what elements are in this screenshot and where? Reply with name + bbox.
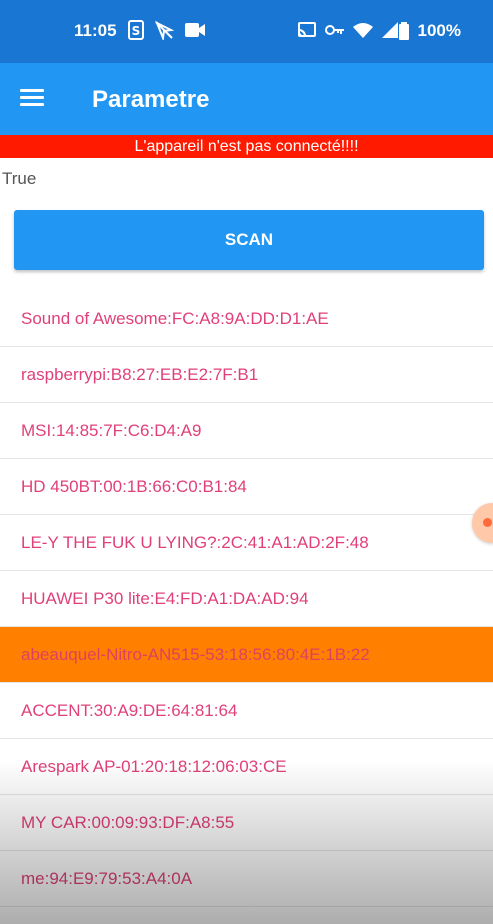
device-label: raspberrypi:B8:27:EB:E2:7F:B1 — [21, 365, 259, 384]
device-label: me:94:E9:79:53:A4:0A — [21, 869, 193, 888]
signal-icon — [381, 21, 399, 44]
app-bar: Parametre — [0, 63, 493, 135]
status-left-icons: S — [128, 20, 206, 45]
device-item[interactable]: ACCENT:30:A9:DE:64:81:64 — [0, 683, 493, 739]
device-item[interactable]: raspberrypi:B8:27:EB:E2:7F:B1 — [0, 347, 493, 403]
device-label: HUAWEI P30 lite:E4:FD:A1:DA:AD:94 — [21, 589, 309, 608]
device-label: MSI:14:85:7F:C6:D4:A9 — [21, 421, 202, 440]
device-item[interactable]: MY CAR:00:09:93:DF:A8:55 — [0, 795, 493, 851]
video-icon — [184, 21, 206, 44]
device-item[interactable]: Arespark AP-01:20:18:12:06:03:CE — [0, 739, 493, 795]
vpn-key-icon — [325, 23, 345, 42]
page-title: Parametre — [92, 86, 210, 113]
device-item[interactable]: HD 450BT:00:1B:66:C0:B1:84 — [0, 459, 493, 515]
scan-button[interactable]: SCAN — [14, 210, 484, 270]
device-label: MY CAR:00:09:93:DF:A8:55 — [21, 813, 235, 832]
device-item[interactable]: Sound of Awesome:FC:A8:9A:DD:D1:AE — [0, 291, 493, 347]
s-icon: S — [128, 20, 144, 45]
cast-icon — [297, 21, 317, 44]
device-label: Arespark AP-01:20:18:12:06:03:CE — [21, 757, 287, 776]
status-bar: 11:05 S 100% — [0, 0, 493, 63]
device-list: Sound of Awesome:FC:A8:9A:DD:D1:AE raspb… — [0, 291, 493, 907]
status-time: 11:05 — [74, 21, 117, 40]
device-label: ACCENT:30:A9:DE:64:81:64 — [21, 701, 238, 720]
status-right-icons — [297, 21, 399, 44]
device-item[interactable]: HUAWEI P30 lite:E4:FD:A1:DA:AD:94 — [0, 571, 493, 627]
device-label: LE-Y THE FUK U LYING?:2C:41:A1:AD:2F:48 — [21, 533, 369, 552]
device-item-selected[interactable]: abeauquel-Nitro-AN515-53:18:56:80:4E:1B:… — [0, 627, 493, 683]
device-label: Sound of Awesome:FC:A8:9A:DD:D1:AE — [21, 309, 329, 328]
svg-text:S: S — [132, 24, 141, 38]
battery-percent: 100% — [417, 21, 461, 40]
device-item[interactable]: me:94:E9:79:53:A4:0A — [0, 851, 493, 907]
device-label: abeauquel-Nitro-AN515-53:18:56:80:4E:1B:… — [21, 645, 370, 664]
device-label: HD 450BT:00:1B:66:C0:B1:84 — [21, 477, 247, 496]
connection-status-banner: L'appareil n'est pas connecté!!!! — [0, 135, 493, 158]
wifi-icon — [353, 22, 373, 43]
location-off-icon — [154, 20, 175, 45]
battery-icon — [399, 22, 409, 45]
hamburger-menu-icon[interactable] — [20, 85, 50, 115]
status-value: True — [2, 169, 37, 188]
device-item[interactable]: LE-Y THE FUK U LYING?:2C:41:A1:AD:2F:48 — [0, 515, 493, 571]
device-item[interactable]: MSI:14:85:7F:C6:D4:A9 — [0, 403, 493, 459]
